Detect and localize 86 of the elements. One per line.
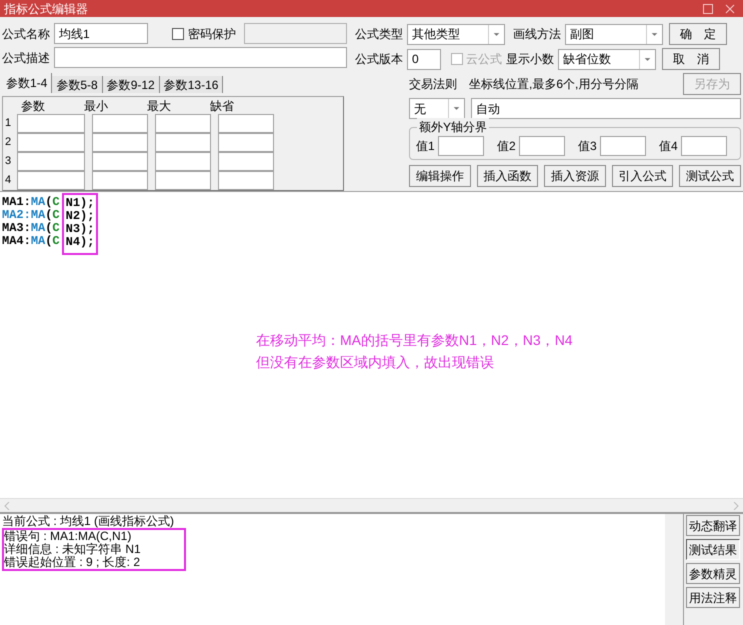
row-number: 1 bbox=[5, 116, 12, 132]
parameter-input[interactable] bbox=[17, 152, 85, 171]
dropdown[interactable]: 其他类型 bbox=[407, 24, 505, 44]
output-line: 详细信息 : 未知字符串 N1 bbox=[4, 543, 142, 556]
annotation-text: 但没有在参数区域内填入，故出现错误 bbox=[256, 353, 495, 372]
parameter-input[interactable] bbox=[92, 152, 148, 171]
input-field[interactable]: 均线1 bbox=[54, 23, 148, 44]
code-token: N4); bbox=[66, 236, 94, 249]
row-number: 3 bbox=[5, 154, 12, 170]
field-label: 公式名称 bbox=[2, 26, 50, 42]
description-field[interactable] bbox=[54, 47, 347, 68]
button[interactable]: 插入资源 bbox=[544, 165, 606, 187]
tab[interactable]: 参数13-16 bbox=[160, 76, 224, 93]
group-title: 额外Y轴分界 bbox=[417, 118, 490, 136]
button[interactable]: 测试结果 bbox=[686, 539, 740, 560]
code-line: MA1:MA(C bbox=[2, 196, 60, 209]
column-header: 缺省 bbox=[209, 98, 235, 115]
field-label: 交易法则 bbox=[409, 76, 457, 93]
code-token: N2); bbox=[66, 210, 94, 223]
code-token: N1); bbox=[66, 197, 94, 210]
dropdown[interactable]: 副图 bbox=[565, 24, 663, 44]
parameter-input[interactable] bbox=[218, 133, 274, 152]
annotation-text: 在移动平均：MA的括号里有参数N1，N2，N3，N4 bbox=[256, 331, 574, 350]
field-label: 显示小数 bbox=[506, 51, 554, 68]
field-label: 值3 bbox=[578, 138, 597, 154]
field-label: 云公式 bbox=[466, 51, 502, 68]
parameter-input[interactable] bbox=[17, 133, 85, 152]
row-number: 4 bbox=[5, 173, 12, 188]
parameter-input[interactable] bbox=[218, 114, 274, 133]
field-label: 值4 bbox=[659, 138, 678, 154]
button[interactable]: 引入公式 bbox=[612, 165, 674, 187]
button[interactable]: 编辑操作 bbox=[409, 165, 471, 187]
column-header: 最大 bbox=[146, 98, 172, 115]
output-line: 错误起始位置 : 9 ; 长度: 2 bbox=[4, 556, 142, 569]
field-label: 公式版本 bbox=[355, 51, 403, 68]
code-editor[interactable]: MA1:MA(C MA2:MA(C MA3:MA(C MA4:MA(C N1); N2); N3); N4); 在移动平均：MA的括号里有参数N1，N2，N3，N4 但没有在参数区域内填入，故出现错误 bbox=[0, 191, 743, 498]
field-label: 值2 bbox=[497, 138, 516, 154]
code-line: MA3:MA(C bbox=[2, 222, 60, 235]
code-token: N3); bbox=[66, 223, 94, 236]
parameter-input[interactable] bbox=[17, 114, 85, 133]
parameter-input[interactable] bbox=[92, 114, 148, 133]
checkbox[interactable] bbox=[172, 28, 184, 40]
parameter-input[interactable] bbox=[155, 152, 211, 171]
button[interactable]: 确 定 bbox=[669, 23, 727, 45]
button[interactable]: 用法注释 bbox=[686, 587, 740, 608]
password-field[interactable] bbox=[244, 23, 347, 44]
field-label: 密码保护 bbox=[188, 26, 236, 42]
field-label: 画线方法 bbox=[513, 26, 561, 43]
button[interactable]: 插入函数 bbox=[476, 165, 538, 187]
field-label: 公式描述 bbox=[2, 50, 50, 66]
window-title: 指标公式编辑器 bbox=[4, 0, 89, 18]
field-label: 坐标线位置,最多6个,用分号分隔 bbox=[469, 76, 640, 93]
parameter-input[interactable] bbox=[155, 114, 211, 133]
value-input[interactable] bbox=[518, 136, 565, 156]
button[interactable]: 参数精灵 bbox=[686, 563, 740, 584]
value-input[interactable] bbox=[600, 136, 646, 156]
field-label: 公式类型 bbox=[355, 26, 403, 43]
parameter-input[interactable] bbox=[92, 171, 148, 190]
parameter-input[interactable] bbox=[92, 133, 148, 152]
parameter-input[interactable] bbox=[17, 171, 85, 190]
column-header: 最小 bbox=[83, 98, 109, 115]
button[interactable]: 动态翻译 bbox=[686, 515, 740, 536]
axis-field[interactable]: 自动 bbox=[471, 98, 741, 119]
output-line: 错误句 : MA1:MA(C,N1) bbox=[4, 530, 132, 543]
parameter-input[interactable] bbox=[155, 171, 211, 190]
value-input[interactable] bbox=[438, 136, 484, 156]
parameter-input[interactable] bbox=[218, 171, 274, 190]
value-input[interactable] bbox=[680, 136, 727, 156]
dropdown[interactable]: 缺省位数 bbox=[558, 48, 656, 70]
field-label: 值1 bbox=[416, 138, 435, 154]
dropdown[interactable]: 无 bbox=[409, 98, 465, 119]
tab[interactable]: 参数5-8 bbox=[52, 76, 103, 93]
parameter-input[interactable] bbox=[218, 152, 274, 171]
maximize-icon[interactable] bbox=[703, 4, 713, 14]
button[interactable]: 测试公式 bbox=[679, 165, 741, 187]
parameter-input[interactable] bbox=[155, 133, 211, 152]
close-icon[interactable] bbox=[725, 4, 735, 14]
button[interactable]: 取 消 bbox=[662, 48, 720, 70]
tab[interactable]: 参数9-12 bbox=[102, 76, 160, 93]
output-line: 当前公式 : 均线1 (画线指标公式) bbox=[2, 515, 176, 528]
row-number: 2 bbox=[5, 135, 12, 150]
column-header: 参数 bbox=[20, 98, 46, 115]
code-line: MA4:MA(C bbox=[2, 235, 60, 248]
version-field[interactable]: 0 bbox=[407, 48, 441, 70]
horizontal-scrollbar[interactable] bbox=[0, 498, 743, 514]
code-line: MA2:MA(C bbox=[2, 209, 60, 222]
